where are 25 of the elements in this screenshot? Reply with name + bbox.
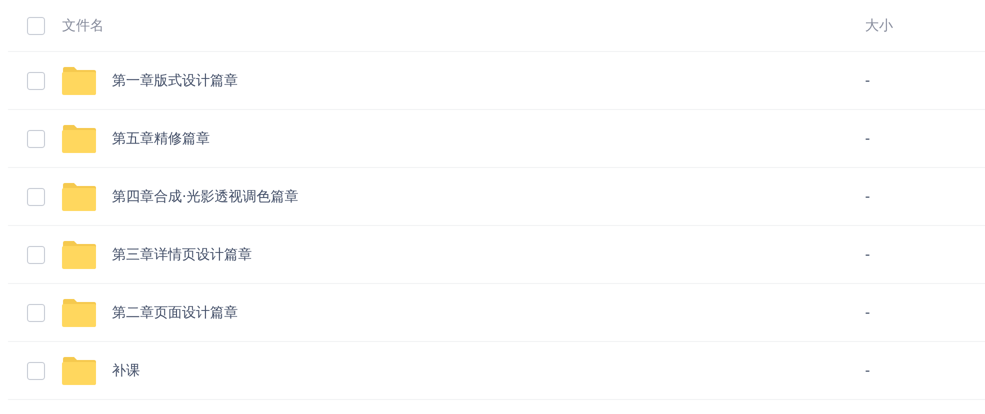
file-size: -: [865, 362, 870, 378]
file-name[interactable]: 第四章合成·光影透视调色篇章: [112, 188, 865, 206]
select-all-checkbox[interactable]: [27, 16, 45, 34]
file-size: -: [865, 130, 870, 146]
file-name[interactable]: 第二章页面设计篇章: [112, 304, 865, 322]
file-size: -: [865, 304, 870, 320]
file-name[interactable]: 第五章精修篇章: [112, 130, 865, 148]
row-checkbox[interactable]: [27, 246, 45, 264]
folder-icon: [62, 298, 96, 326]
row-checkbox[interactable]: [27, 304, 45, 322]
row-checkbox[interactable]: [27, 362, 45, 380]
folder-icon: [62, 240, 96, 268]
file-size: -: [865, 246, 870, 262]
file-name[interactable]: 第三章详情页设计篇章: [112, 246, 865, 264]
row-checkbox[interactable]: [27, 72, 45, 90]
file-size: -: [865, 72, 870, 88]
folder-icon: [62, 124, 96, 152]
row-checkbox[interactable]: [27, 188, 45, 206]
file-name[interactable]: 补课: [112, 362, 865, 380]
row-checkbox[interactable]: [27, 130, 45, 148]
file-size: -: [865, 188, 870, 204]
folder-icon: [62, 182, 96, 210]
file-name[interactable]: 第一章版式设计篇章: [112, 72, 865, 90]
folder-icon: [62, 356, 96, 384]
folder-icon: [62, 66, 96, 94]
